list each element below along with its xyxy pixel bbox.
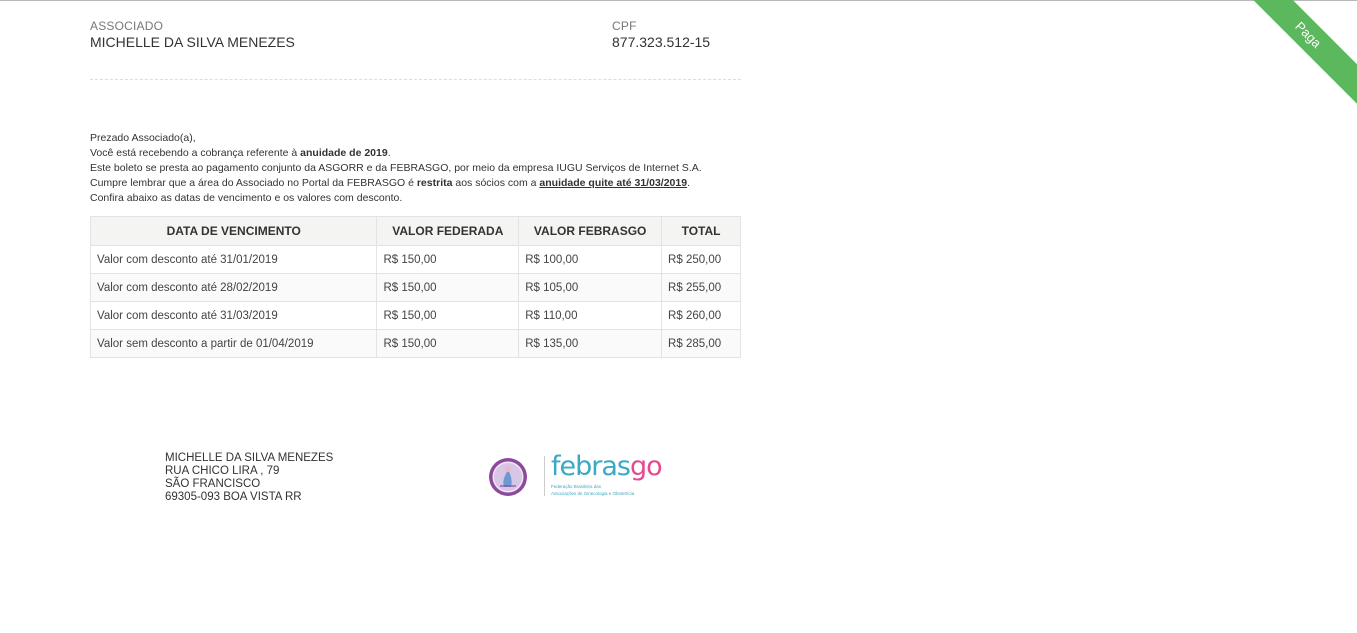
paid-ribbon-label: Paga <box>1247 0 1357 110</box>
febrasgo-tagline-2: Associações de Ginecologia e Obstetrícia <box>551 491 635 496</box>
cell-federada: R$ 150,00 <box>376 245 520 274</box>
message-line-check: Confira abaixo as datas de vencimento e … <box>90 192 403 204</box>
header-total: TOTAL <box>661 216 741 246</box>
address-street: RUA CHICO LIRA , 79 <box>165 465 280 477</box>
address-city: 69305-093 BOA VISTA RR <box>165 491 302 503</box>
cpf-label: CPF <box>612 19 637 33</box>
associado-label: ASSOCIADO <box>90 19 164 33</box>
febrasgo-logo: febrasgo Federação Brasileira das Associ… <box>551 452 663 498</box>
cell-due-date: Valor com desconto até 31/03/2019 <box>89 301 378 330</box>
table-row: Valor com desconto até 31/03/2019 R$ 150… <box>89 301 741 330</box>
febrasgo-wordmark: febrasgo <box>551 451 663 482</box>
logo-divider <box>544 456 545 496</box>
cell-due-date: Valor sem desconto a partir de 01/04/201… <box>89 329 378 358</box>
header-febrasgo: VALOR FEBRASGO <box>518 216 663 246</box>
message-line-restriction: Cumpre lembrar que a área do Associado n… <box>90 177 690 189</box>
top-rule <box>0 0 1357 1</box>
price-table: DATA DE VENCIMENTO VALOR FEDERADA VALOR … <box>89 216 741 358</box>
associado-name: MICHELLE DA SILVA MENEZES <box>90 34 295 50</box>
message-line-charge: Você está recebendo a cobrança referente… <box>90 147 391 159</box>
table-row: Valor sem desconto a partir de 01/04/201… <box>89 329 741 358</box>
table-row: Valor com desconto até 28/02/2019 R$ 150… <box>89 273 741 302</box>
cell-federada: R$ 150,00 <box>376 273 520 302</box>
mailing-address: MICHELLE DA SILVA MENEZES RUA CHICO LIRA… <box>165 452 333 504</box>
cell-total: R$ 285,00 <box>661 329 741 358</box>
cell-due-date: Valor com desconto até 31/01/2019 <box>89 245 378 274</box>
cell-due-date: Valor com desconto até 28/02/2019 <box>89 273 378 302</box>
cell-total: R$ 260,00 <box>661 301 741 330</box>
cell-total: R$ 255,00 <box>661 273 741 302</box>
header-due-date: DATA DE VENCIMENTO <box>89 216 378 246</box>
greeting: Prezado Associado(a), <box>90 132 196 144</box>
asgorr-logo-icon <box>489 458 527 496</box>
cpf-value: 877.323.512-15 <box>612 34 711 50</box>
cell-febrasgo: R$ 110,00 <box>518 301 663 330</box>
header-federada: VALOR FEDERADA <box>376 216 520 246</box>
cell-febrasgo: R$ 100,00 <box>518 245 663 274</box>
message-block: Prezado Associado(a), Você está recebend… <box>90 131 750 206</box>
table-header-row: DATA DE VENCIMENTO VALOR FEDERADA VALOR … <box>89 216 741 246</box>
message-line-boleto: Este boleto se presta ao pagamento conju… <box>90 162 702 174</box>
dashed-divider <box>90 79 741 80</box>
table-row: Valor com desconto até 31/01/2019 R$ 150… <box>89 245 741 274</box>
cell-federada: R$ 150,00 <box>376 329 520 358</box>
cell-febrasgo: R$ 135,00 <box>518 329 663 358</box>
paid-ribbon: Paga <box>1247 0 1357 110</box>
cell-febrasgo: R$ 105,00 <box>518 273 663 302</box>
cell-total: R$ 250,00 <box>661 245 741 274</box>
address-district: SÃO FRANCISCO <box>165 478 261 490</box>
febrasgo-tagline-1: Federação Brasileira das <box>551 484 602 489</box>
address-name: MICHELLE DA SILVA MENEZES <box>165 452 334 464</box>
cell-federada: R$ 150,00 <box>376 301 520 330</box>
